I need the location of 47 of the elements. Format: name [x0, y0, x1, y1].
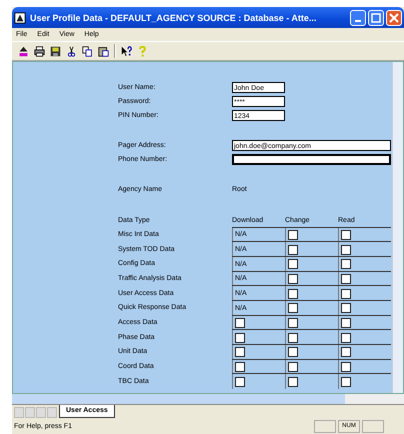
minimize-icon — [355, 20, 361, 22]
maximize-icon — [371, 12, 381, 22]
checkbox[interactable] — [341, 347, 351, 358]
app-icon — [14, 12, 26, 24]
checkbox[interactable] — [288, 288, 298, 299]
checkbox[interactable] — [288, 376, 298, 387]
checkbox[interactable] — [288, 259, 298, 270]
checkbox[interactable] — [235, 318, 245, 328]
input-field[interactable] — [232, 154, 391, 164]
minimize-button[interactable] — [350, 10, 366, 26]
checkbox[interactable] — [288, 318, 298, 328]
checkbox[interactable] — [341, 376, 351, 387]
vertical-scrollbar[interactable] — [392, 62, 403, 393]
checkbox[interactable] — [288, 332, 298, 343]
eject-icon[interactable] — [18, 46, 29, 56]
close-button[interactable] — [386, 10, 402, 26]
checkbox[interactable] — [235, 376, 245, 387]
cut-icon[interactable] — [66, 46, 77, 56]
printer-icon[interactable] — [34, 46, 45, 56]
checkbox[interactable] — [288, 274, 298, 284]
checkbox[interactable] — [288, 230, 298, 240]
paste-icon[interactable] — [98, 46, 109, 56]
status-panel — [362, 420, 384, 432]
checkbox[interactable] — [235, 347, 245, 358]
horizontal-scrollbar[interactable] — [12, 394, 404, 404]
window-title: User Profile Data - DEFAULT_AGENCY SOURCE : Database - Atte... — [30, 12, 318, 22]
checkbox[interactable] — [288, 362, 298, 372]
maximize-button[interactable] — [368, 10, 384, 26]
checkbox[interactable] — [288, 303, 298, 314]
checkbox[interactable] — [341, 303, 351, 314]
copy-icon[interactable] — [82, 46, 93, 56]
checkbox[interactable] — [288, 347, 298, 358]
context-help-icon[interactable] — [121, 46, 132, 56]
checkbox[interactable] — [341, 332, 351, 343]
checkbox[interactable] — [341, 230, 351, 240]
checkbox[interactable] — [341, 244, 351, 255]
checkbox[interactable] — [341, 318, 351, 328]
checkbox[interactable] — [341, 362, 351, 372]
checkbox[interactable] — [235, 362, 245, 372]
save-icon[interactable] — [50, 46, 61, 56]
checkbox[interactable] — [341, 288, 351, 299]
checkbox[interactable] — [288, 244, 298, 255]
checkbox[interactable] — [235, 332, 245, 343]
status-panel — [314, 420, 336, 432]
checkbox[interactable] — [341, 274, 351, 284]
close-icon — [389, 12, 399, 22]
checkbox[interactable] — [341, 259, 351, 270]
